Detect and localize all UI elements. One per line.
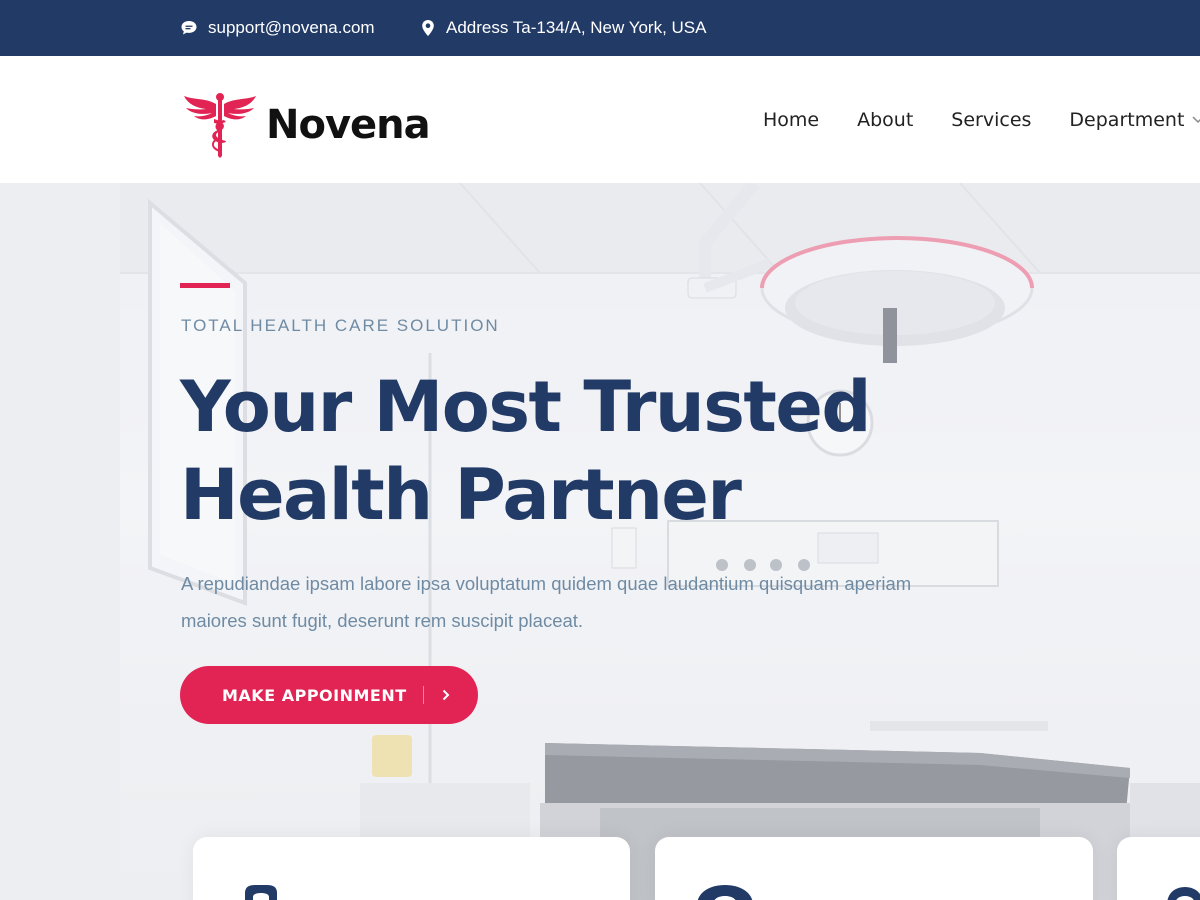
feature-icon: [697, 885, 753, 900]
feature-card-3: [1117, 837, 1200, 900]
contact-address: Address Ta-134/A, New York, USA: [420, 0, 707, 56]
hero-title: Your Most Trusted Health Partner: [180, 366, 871, 536]
nav-item-services[interactable]: Services: [951, 109, 1031, 131]
feature-card-1: [193, 837, 630, 900]
feature-card-2: [655, 837, 1093, 900]
chat-bubble-icon: [181, 21, 197, 35]
nav-item-label: Services: [951, 108, 1032, 131]
site-header: Novena Home About Services Department: [0, 56, 1200, 183]
accent-divider: [180, 283, 230, 288]
map-marker-icon: [422, 20, 434, 36]
nav-item-department[interactable]: Department: [1069, 109, 1200, 131]
hero-eyebrow: TOTAL HEALTH CARE SOLUTION: [181, 316, 500, 335]
chevron-right-icon: [442, 689, 450, 701]
hero-section: TOTAL HEALTH CARE SOLUTION Your Most Tru…: [0, 183, 1200, 900]
nav-item-label: Department: [1069, 108, 1185, 131]
feature-icon: [1167, 887, 1200, 900]
contact-email[interactable]: support@novena.com: [180, 0, 375, 56]
feature-icon: [245, 885, 277, 900]
brand-logo[interactable]: Novena: [182, 92, 431, 158]
caduceus-icon: [184, 93, 256, 158]
main-nav: Home About Services Department: [763, 56, 1200, 183]
make-appointment-button[interactable]: MAKE APPOINMENT: [180, 666, 478, 724]
nav-item-home[interactable]: Home: [763, 109, 819, 131]
nav-item-label: Home: [763, 108, 820, 131]
chevron-down-icon: [1192, 115, 1200, 123]
email-text: support@novena.com: [208, 18, 375, 37]
nav-item-about[interactable]: About: [857, 109, 913, 131]
top-info-bar: support@novena.com Address Ta-134/A, New…: [0, 0, 1200, 56]
address-text: Address Ta-134/A, New York, USA: [446, 18, 707, 37]
cta-label: MAKE APPOINMENT: [222, 685, 407, 705]
logo-text: Novena: [266, 102, 431, 148]
hero-description: A repudiandae ipsam labore ipsa voluptat…: [181, 573, 912, 631]
operating-room-background: [0, 183, 1200, 900]
cta-separator: [422, 686, 424, 704]
nav-item-label: About: [857, 108, 914, 131]
